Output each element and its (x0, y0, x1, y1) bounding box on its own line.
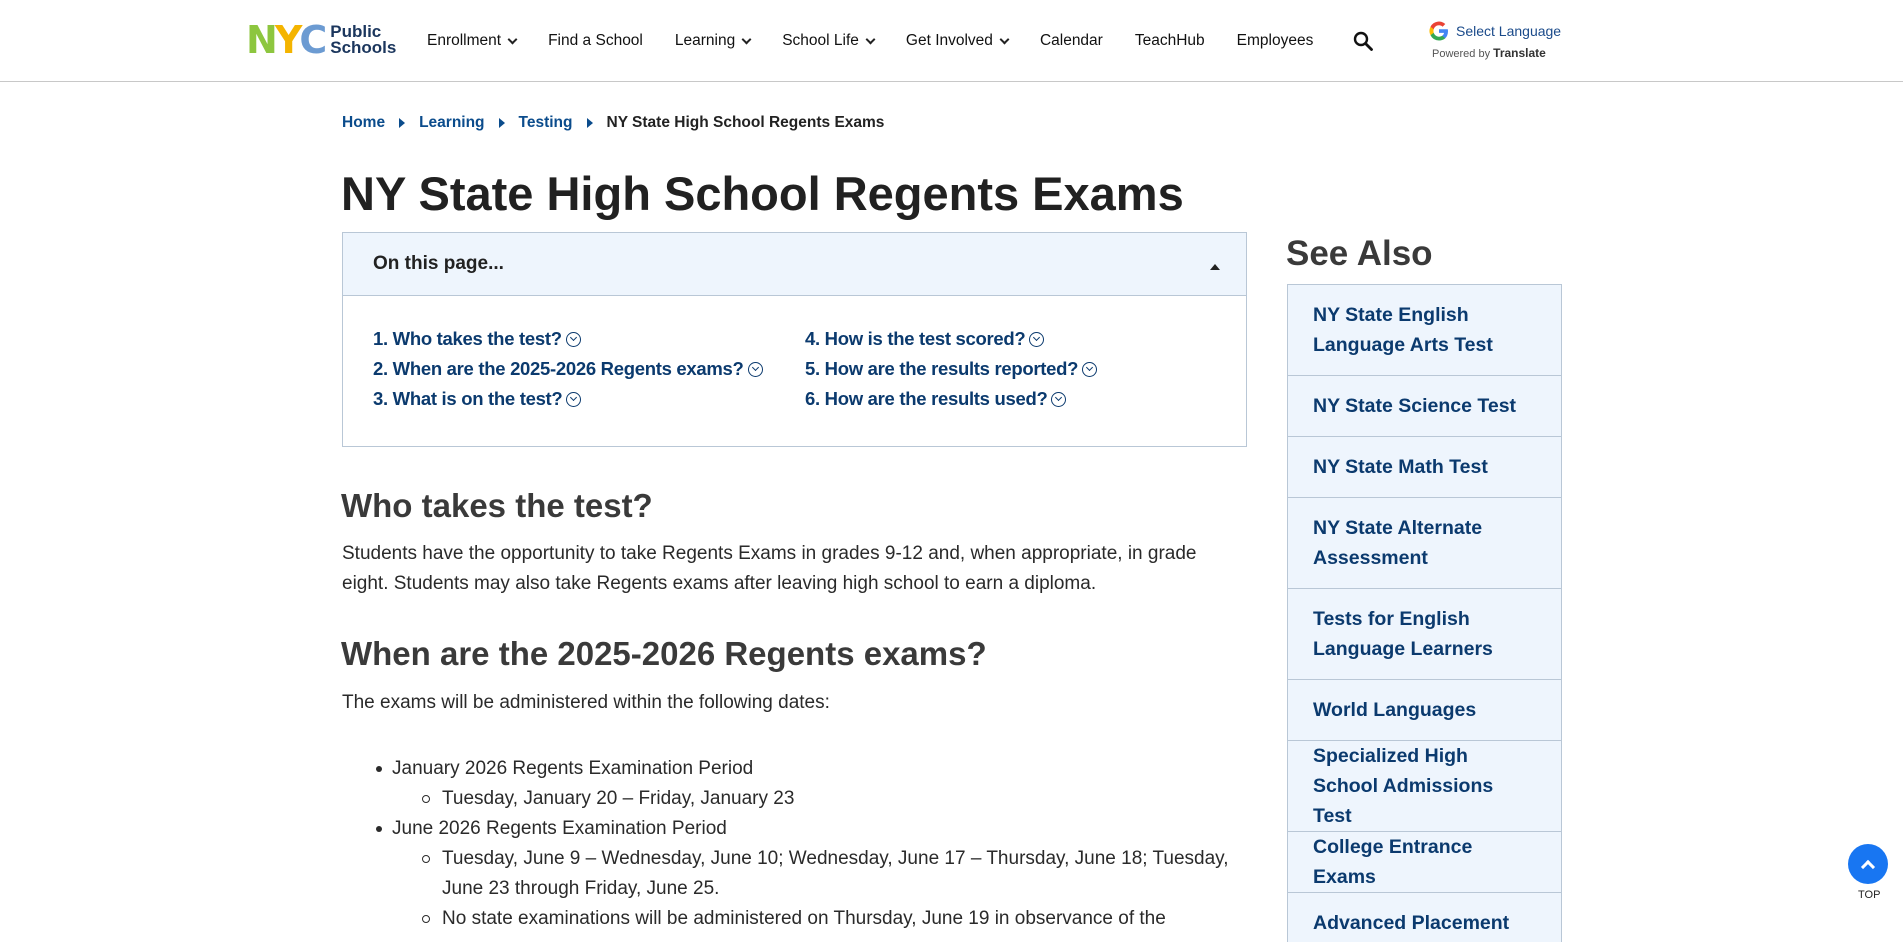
nav-learning-label: Learning (674, 32, 736, 49)
powered-by-translate: Powered by Translate (1432, 46, 1561, 60)
toc-link-results-reported[interactable]: 5. How are the results reported? (805, 358, 1225, 380)
see-also-college-entrance[interactable]: College Entrance Exams (1288, 832, 1561, 893)
exam-periods-list: January 2026 Regents Examination Period … (376, 754, 1252, 934)
section-who-takes-heading: Who takes the test? (341, 487, 653, 524)
page-title: NY State High School Regents Exams (341, 167, 1184, 220)
circle-chevron-down-icon (1029, 331, 1045, 347)
toc-link-label: 3. What is on the test? (373, 388, 563, 409)
chevron-down-icon (507, 34, 518, 44)
see-also-shsat[interactable]: Specialized High School Admissions Test (1288, 741, 1561, 832)
toc-link-how-scored[interactable]: 4. How is the test scored? (805, 328, 1225, 350)
nav-get-involved[interactable]: Get Involved (905, 32, 1010, 50)
section-who-takes-body: Students have the opportunity to take Re… (342, 543, 1197, 594)
on-this-page-panel: On this page... 1. Who takes the test? 4… (342, 232, 1247, 447)
see-also-alternate-assessment[interactable]: NY State Alternate Assessment (1288, 498, 1561, 589)
list-item: January 2026 Regents Examination Period … (376, 754, 1252, 814)
nyc-logo-mark: NYC (246, 18, 327, 62)
nav-teachhub-label: TeachHub (1134, 32, 1205, 49)
toc-link-results-used[interactable]: 6. How are the results used? (805, 388, 1225, 410)
circle-chevron-down-icon (1051, 391, 1067, 407)
exam-period-dates: Tuesday, January 20 – Friday, January 23 (422, 784, 1252, 814)
toc-link-when-exams[interactable]: 2. When are the 2025-2026 Regents exams? (373, 358, 805, 380)
see-also-heading: See Also (1286, 234, 1433, 273)
translate-word: Translate (1493, 46, 1546, 60)
see-also-list: NY State English Language Arts Test NY S… (1287, 284, 1562, 942)
see-also-advanced-placement[interactable]: Advanced Placement (1288, 893, 1561, 942)
nav-calendar[interactable]: Calendar (1040, 32, 1103, 50)
back-to-top-button[interactable] (1848, 844, 1888, 884)
toc-link-label: 4. How is the test scored? (805, 328, 1026, 349)
toc-list: 1. Who takes the test? 4. How is the tes… (373, 328, 1233, 410)
exam-period-label: June 2026 Regents Examination Period (392, 818, 727, 839)
nav-teachhub[interactable]: TeachHub (1135, 32, 1205, 50)
breadcrumb-current: NY State High School Regents Exams (606, 114, 885, 131)
on-this-page-toggle[interactable]: On this page... (343, 233, 1246, 296)
breadcrumb-testing[interactable]: Testing (519, 114, 573, 132)
circle-chevron-down-icon (566, 391, 582, 407)
chevron-down-icon (741, 34, 752, 44)
see-also-math-test[interactable]: NY State Math Test (1288, 437, 1561, 498)
chevron-down-icon (865, 34, 876, 44)
chevron-down-icon (999, 34, 1010, 44)
see-also-ela-test[interactable]: NY State English Language Arts Test (1288, 285, 1561, 376)
see-also-ell-tests[interactable]: Tests for English Language Learners (1288, 589, 1561, 680)
select-language-link[interactable]: Select Language (1456, 23, 1561, 39)
list-item: No state examinations will be administer… (422, 904, 1252, 934)
caret-up-icon (1210, 264, 1220, 270)
exam-period-dates: Tuesday, June 9 – Wednesday, June 10; We… (422, 844, 1252, 934)
google-translate: Select Language Powered by Translate (1428, 20, 1561, 60)
nav-employees[interactable]: Employees (1237, 32, 1314, 50)
main-nav: Enrollment Find a School Learning School… (427, 0, 1345, 82)
logo-text: Public Schools (330, 23, 397, 57)
on-this-page-heading: On this page... (373, 253, 504, 274)
search-icon[interactable] (1353, 31, 1373, 51)
section-when-heading: When are the 2025-2026 Regents exams? (341, 635, 987, 672)
section-when-intro: The exams will be administered within th… (342, 692, 830, 713)
nav-enrollment[interactable]: Enrollment (427, 32, 518, 50)
circle-chevron-down-icon (747, 361, 763, 377)
back-to-top-label: TOP (1858, 889, 1881, 901)
list-item: Tuesday, January 20 – Friday, January 23 (422, 784, 1252, 814)
powered-by-text: Powered by (1432, 48, 1491, 60)
google-g-icon (1429, 21, 1448, 41)
circle-chevron-down-icon (1082, 361, 1098, 377)
breadcrumb-arrow-icon (498, 118, 505, 128)
breadcrumb-arrow-icon (399, 118, 406, 128)
toc-link-label: 5. How are the results reported? (805, 358, 1079, 379)
breadcrumb-learning[interactable]: Learning (419, 114, 484, 132)
see-also-world-languages[interactable]: World Languages (1288, 680, 1561, 741)
nav-calendar-label: Calendar (1039, 32, 1103, 49)
exam-period-label: January 2026 Regents Examination Period (392, 758, 754, 779)
toc-link-whats-on-test[interactable]: 3. What is on the test? (373, 388, 805, 410)
nav-learning[interactable]: Learning (674, 32, 752, 50)
nav-find-a-school[interactable]: Find a School (548, 32, 643, 50)
toc-link-label: 6. How are the results used? (805, 388, 1048, 409)
nav-school-life-label: School Life (782, 32, 859, 49)
list-item: Tuesday, June 9 – Wednesday, June 10; We… (422, 844, 1252, 904)
nav-get-involved-label: Get Involved (905, 32, 993, 49)
nyc-public-schools-logo[interactable]: NYC Public Schools (246, 18, 397, 62)
logo-text-line2: Schools (330, 38, 397, 57)
nav-enrollment-label: Enrollment (427, 32, 502, 49)
site-header: NYC Public Schools Enrollment Find a Sch… (0, 0, 1903, 82)
toc-link-who-takes[interactable]: 1. Who takes the test? (373, 328, 805, 350)
breadcrumb-arrow-icon (586, 118, 593, 128)
breadcrumb-home[interactable]: Home (342, 114, 385, 132)
nav-school-life[interactable]: School Life (782, 32, 876, 50)
list-item: June 2026 Regents Examination Period Tue… (376, 814, 1252, 934)
toc-link-label: 2. When are the 2025-2026 Regents exams? (373, 358, 744, 379)
nav-find-a-school-label: Find a School (548, 32, 643, 49)
see-also-science-test[interactable]: NY State Science Test (1288, 376, 1561, 437)
nav-employees-label: Employees (1236, 32, 1314, 49)
circle-chevron-down-icon (565, 331, 581, 347)
arrow-up-icon (1860, 859, 1876, 874)
toc-link-label: 1. Who takes the test? (373, 328, 562, 349)
breadcrumb: Home Learning Testing NY State High Scho… (342, 114, 884, 132)
